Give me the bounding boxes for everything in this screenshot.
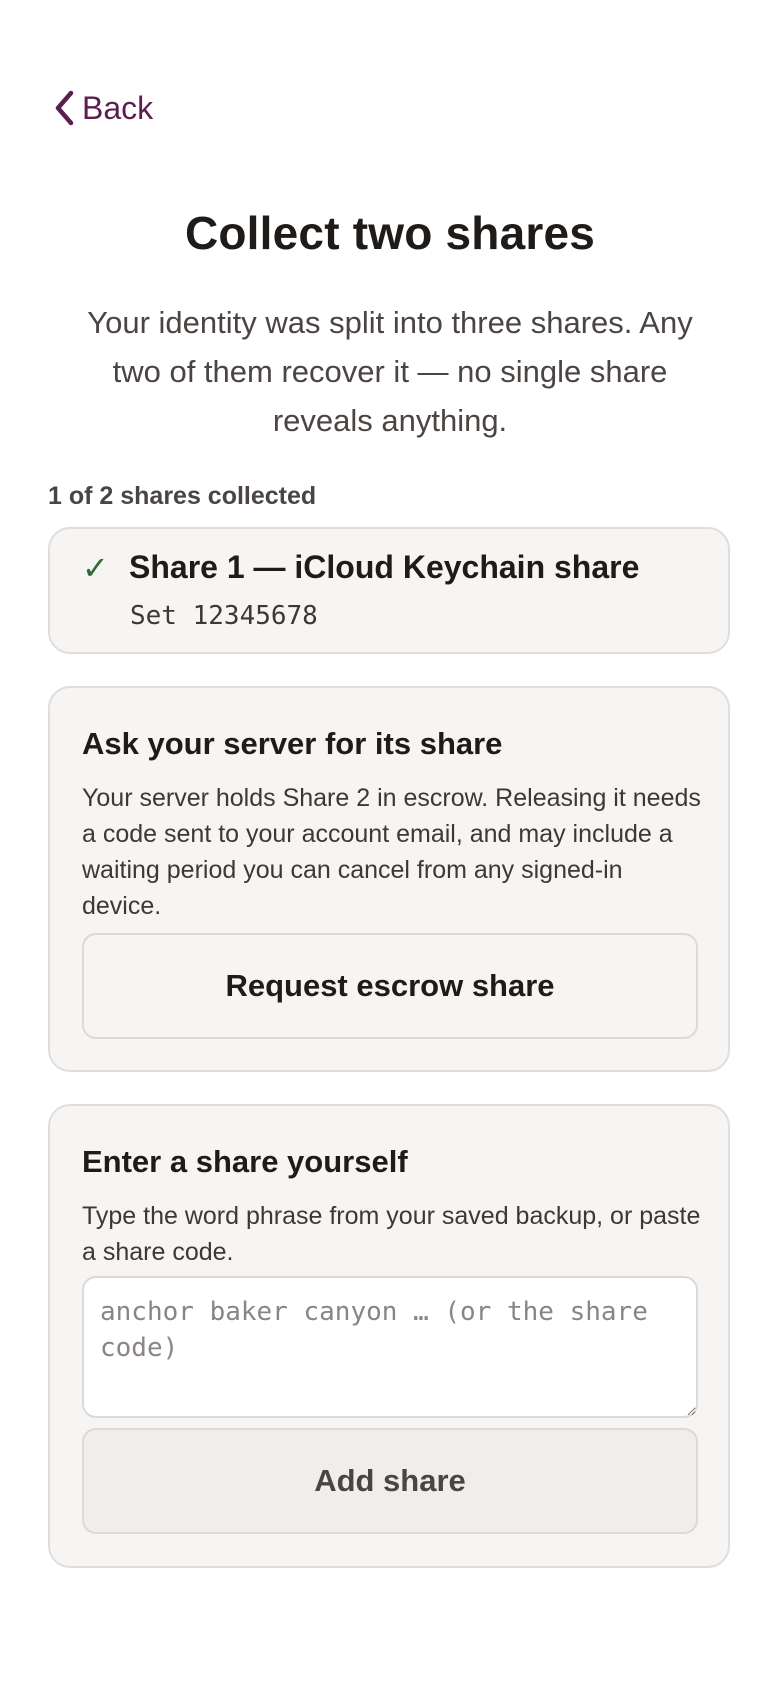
escrow-heading: Ask your server for its share bbox=[82, 726, 503, 761]
progress-label: 1 of 2 shares collected bbox=[48, 482, 317, 510]
manual-share-card: Enter a share yourself Type the word phr… bbox=[48, 1104, 730, 1568]
request-escrow-share-button[interactable]: Request escrow share bbox=[82, 933, 698, 1039]
page-title: Collect two shares bbox=[184, 207, 596, 259]
chevron-left-icon bbox=[54, 89, 76, 127]
collected-share-title: Share 1 — iCloud Keychain share bbox=[129, 549, 640, 585]
escrow-description: Your server holds Share 2 in escrow. Rel… bbox=[82, 784, 701, 920]
manual-description: Type the word phrase from your saved bac… bbox=[82, 1202, 701, 1266]
check-icon: ✓ bbox=[82, 549, 109, 587]
back-label: Back bbox=[82, 89, 154, 126]
share-phrase-input[interactable] bbox=[82, 1276, 698, 1418]
manual-heading: Enter a share yourself bbox=[82, 1144, 408, 1179]
escrow-card: Ask your server for its share Your serve… bbox=[48, 686, 730, 1072]
page-subtitle: Your identity was split into three share… bbox=[87, 305, 693, 438]
collected-share-card: ✓ Share 1 — iCloud Keychain share Set 12… bbox=[48, 527, 730, 654]
add-share-button[interactable]: Add share bbox=[82, 1428, 698, 1534]
back-button[interactable]: Back bbox=[54, 86, 153, 130]
collected-share-set: Set 12345678 bbox=[130, 601, 318, 631]
